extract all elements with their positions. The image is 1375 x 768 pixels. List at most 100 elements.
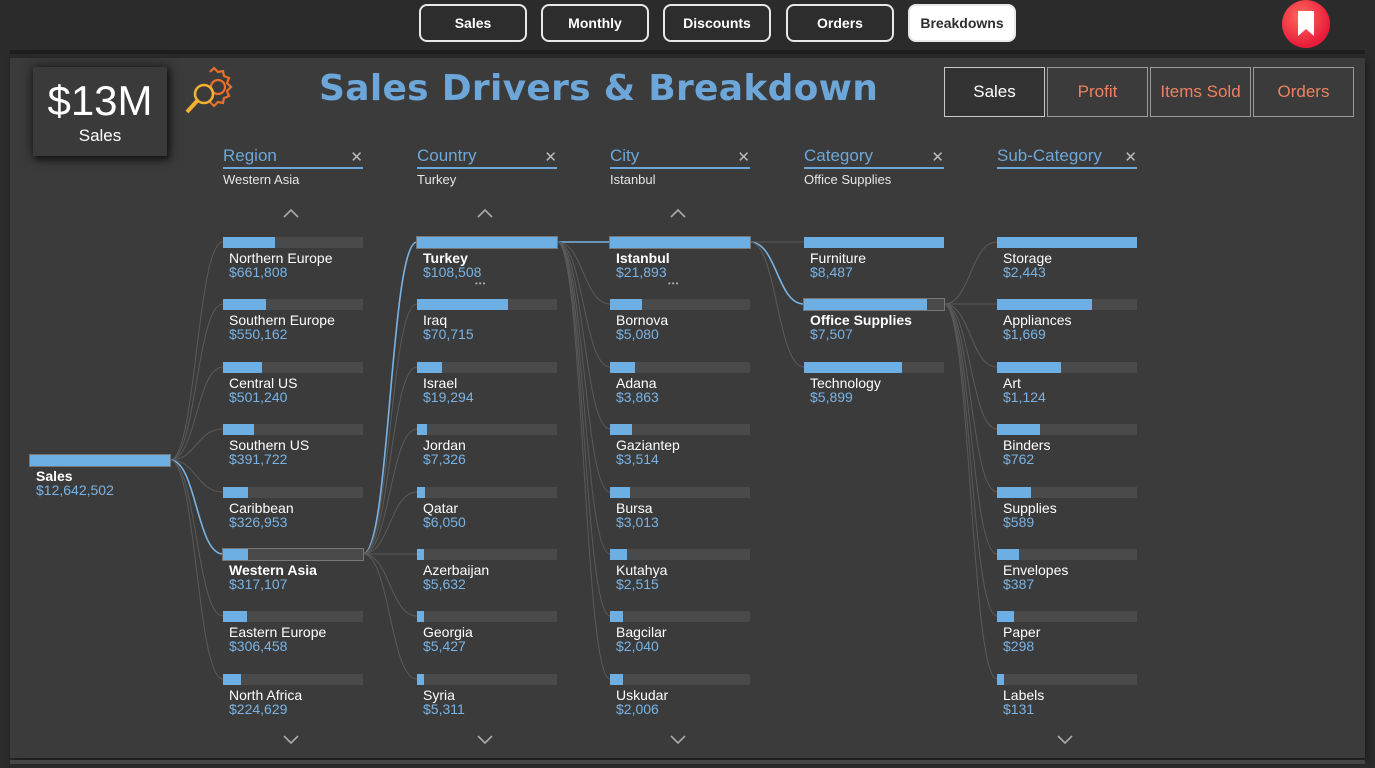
remove-level-close-icon[interactable]: ✕ xyxy=(931,148,944,166)
node-bar-fill xyxy=(997,237,1137,248)
scroll-down-chevron-icon[interactable] xyxy=(475,733,495,745)
node-sub-category-binders[interactable]: Binders $762 xyxy=(997,424,1137,474)
node-bar xyxy=(610,362,750,373)
level-header-name[interactable]: Category xyxy=(804,146,944,166)
scroll-down-chevron-icon[interactable] xyxy=(668,733,688,745)
node-city-istanbul[interactable]: Istanbul $21,893 xyxy=(609,236,751,287)
node-city-bursa[interactable]: Bursa $3,013 xyxy=(610,487,750,537)
node-bar-fill xyxy=(223,611,247,622)
node-value: $661,808 xyxy=(229,264,288,280)
node-city-bornova[interactable]: Bornova $5,080 xyxy=(610,299,750,349)
node-value: $3,013 xyxy=(616,514,659,530)
node-value: $2,515 xyxy=(616,576,659,592)
node-region-caribbean[interactable]: Caribbean $326,953 xyxy=(223,487,363,537)
node-country-georgia[interactable]: Georgia $5,427 xyxy=(417,611,557,661)
node-bar xyxy=(223,611,363,622)
node-bar-fill xyxy=(417,674,424,685)
node-value: $19,294 xyxy=(423,389,474,405)
node-country-israel[interactable]: Israel $19,294 xyxy=(417,362,557,412)
level-header-underline xyxy=(223,167,363,169)
scroll-down-chevron-icon[interactable] xyxy=(281,733,301,745)
node-bar xyxy=(610,424,750,435)
remove-level-close-icon[interactable]: ✕ xyxy=(1124,148,1137,166)
link xyxy=(169,241,224,461)
node-bar xyxy=(609,236,751,249)
node-country-qatar[interactable]: Qatar $6,050 xyxy=(417,487,557,537)
node-value: $762 xyxy=(1003,451,1035,467)
node-region-northern-europe[interactable]: Northern Europe $661,808 xyxy=(223,237,363,287)
node-category-furniture[interactable]: Furniture $8,487 xyxy=(804,237,944,287)
node-sub-category-art[interactable]: Art $1,124 xyxy=(997,362,1137,412)
node-sub-category-supplies[interactable]: Supplies $589 xyxy=(997,487,1137,537)
root-node-sales[interactable]: Sales $12,642,502 xyxy=(29,454,171,505)
node-region-southern-europe[interactable]: Southern Europe $550,162 xyxy=(223,299,363,349)
node-country-jordan[interactable]: Jordan $7,326 xyxy=(417,424,557,474)
node-sub-category-paper[interactable]: Paper $298 xyxy=(997,611,1137,661)
node-bar xyxy=(417,487,557,498)
node-country-turkey[interactable]: Turkey $108,508 xyxy=(416,236,558,287)
node-value: $317,107 xyxy=(229,576,288,592)
node-value: $391,722 xyxy=(229,451,288,467)
level-header-city: City ✕ Istanbul xyxy=(610,146,750,187)
node-city-uskudar[interactable]: Uskudar $2,006 xyxy=(610,674,750,724)
node-category-technology[interactable]: Technology $5,899 xyxy=(804,362,944,412)
more-items-indicator: ••• xyxy=(668,279,680,288)
node-sub-category-labels[interactable]: Labels $131 xyxy=(997,674,1137,724)
node-bar xyxy=(223,487,363,498)
link xyxy=(362,553,418,680)
node-bar-fill xyxy=(610,299,642,310)
node-bar-fill xyxy=(997,611,1014,622)
remove-level-close-icon[interactable]: ✕ xyxy=(544,148,557,166)
level-header-underline xyxy=(997,167,1137,169)
node-bar-fill xyxy=(804,299,927,310)
node-bar-fill xyxy=(997,487,1031,498)
node-bar-fill xyxy=(417,549,424,560)
node-bar xyxy=(417,611,557,622)
node-sub-category-storage[interactable]: Storage $2,443 xyxy=(997,237,1137,287)
remove-level-close-icon[interactable]: ✕ xyxy=(350,148,363,166)
node-bar xyxy=(997,299,1137,310)
node-sub-category-envelopes[interactable]: Envelopes $387 xyxy=(997,549,1137,599)
scroll-up-chevron-icon[interactable] xyxy=(668,207,688,219)
scroll-down-chevron-icon[interactable] xyxy=(1055,733,1075,745)
level-header-name[interactable]: Region xyxy=(223,146,363,166)
node-bar xyxy=(997,424,1137,435)
node-bar-fill xyxy=(610,237,750,248)
node-country-syria[interactable]: Syria $5,311 xyxy=(417,674,557,724)
node-bar-fill xyxy=(417,424,427,435)
node-category-office-supplies[interactable]: Office Supplies $7,507 xyxy=(803,298,945,349)
node-city-bagcilar[interactable]: Bagcilar $2,040 xyxy=(610,611,750,661)
node-bar xyxy=(417,424,557,435)
link xyxy=(943,303,998,617)
node-bar-fill xyxy=(223,549,248,560)
node-bar xyxy=(222,548,364,561)
link xyxy=(943,303,998,555)
level-header-name[interactable]: Country xyxy=(417,146,557,166)
node-bar xyxy=(223,299,363,310)
node-country-iraq[interactable]: Iraq $70,715 xyxy=(417,299,557,349)
node-bar xyxy=(997,611,1137,622)
node-region-eastern-europe[interactable]: Eastern Europe $306,458 xyxy=(223,611,363,661)
node-value: $3,863 xyxy=(616,389,659,405)
node-city-adana[interactable]: Adana $3,863 xyxy=(610,362,750,412)
remove-level-close-icon[interactable]: ✕ xyxy=(737,148,750,166)
node-value: $5,080 xyxy=(616,326,659,342)
node-city-kutahya[interactable]: Kutahya $2,515 xyxy=(610,549,750,599)
node-country-azerbaijan[interactable]: Azerbaijan $5,632 xyxy=(417,549,557,599)
node-region-western-asia[interactable]: Western Asia $317,107 xyxy=(222,548,364,599)
level-header-name[interactable]: Sub-Category xyxy=(997,146,1137,166)
level-header-region: Region ✕ Western Asia xyxy=(223,146,363,187)
link xyxy=(556,241,611,617)
node-value: $3,514 xyxy=(616,451,659,467)
node-region-north-africa[interactable]: North Africa $224,629 xyxy=(223,674,363,724)
node-city-gaziantep[interactable]: Gaziantep $3,514 xyxy=(610,424,750,474)
node-sub-category-appliances[interactable]: Appliances $1,669 xyxy=(997,299,1137,349)
level-header-name[interactable]: City xyxy=(610,146,750,166)
node-value: $70,715 xyxy=(423,326,474,342)
scroll-up-chevron-icon[interactable] xyxy=(281,207,301,219)
scroll-up-chevron-icon[interactable] xyxy=(475,207,495,219)
node-value: $5,632 xyxy=(423,576,466,592)
node-region-southern-us[interactable]: Southern US $391,722 xyxy=(223,424,363,474)
node-bar xyxy=(610,299,750,310)
node-region-central-us[interactable]: Central US $501,240 xyxy=(223,362,363,412)
